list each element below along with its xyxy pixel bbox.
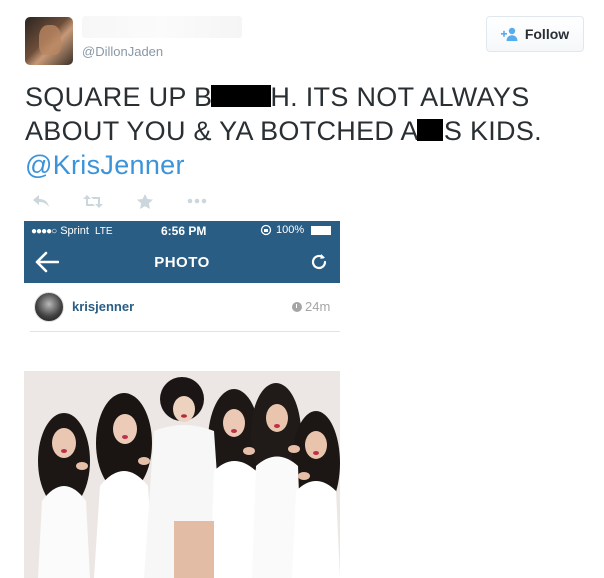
favorite-icon: [137, 193, 153, 209]
rotation-lock-icon: [260, 224, 272, 236]
post-header: krisjenner 24m: [24, 283, 340, 331]
status-time: 6:56 PM: [161, 224, 207, 238]
follow-button[interactable]: Follow: [486, 16, 584, 52]
battery-icon: [311, 226, 331, 235]
carrier-name: Sprint: [60, 225, 89, 237]
post-time-value: 24m: [305, 299, 331, 314]
nav-title: PHOTO: [154, 254, 210, 271]
tweet-text-line1-start: SQUARE UP B: [25, 82, 213, 112]
post-time: 24m: [292, 299, 330, 314]
tweet-text-line1-end: H. ITS NOT ALWAYS: [270, 82, 530, 112]
family-photo: [24, 371, 340, 578]
reply-button[interactable]: [28, 192, 54, 210]
mention-link[interactable]: @KrisJenner: [25, 148, 585, 182]
more-icon: [187, 198, 207, 204]
retweet-icon: [83, 194, 103, 208]
phone-status-bar: ●●●●○ Sprint LTE 6:56 PM 100%: [24, 221, 340, 241]
post-avatar: [34, 292, 64, 322]
signal-strength: ●●●●○: [31, 225, 57, 237]
tweet-text: SQUARE UP B H. ITS NOT ALWAYS ABOUT YOU &…: [25, 80, 585, 182]
tweet-text-line2-end: S KIDS.: [443, 116, 542, 146]
add-user-icon: [500, 27, 518, 41]
follow-label: Follow: [524, 26, 570, 42]
tweet-text-line2-start: ABOUT YOU & YA BOTCHED A: [25, 116, 419, 146]
censor-bar: [416, 119, 443, 141]
more-button[interactable]: [184, 192, 210, 210]
divider: [30, 331, 340, 332]
clock-icon: [292, 301, 302, 312]
author-handle[interactable]: @DillonJaden: [82, 44, 163, 59]
favorite-button[interactable]: [132, 192, 158, 210]
instagram-nav-bar: PHOTO: [24, 241, 340, 283]
family-photo-image: [24, 371, 340, 578]
tweet-actions: [28, 192, 236, 210]
retweet-button[interactable]: [80, 192, 106, 210]
reply-icon: [33, 195, 49, 207]
attached-photo[interactable]: ●●●●○ Sprint LTE 6:56 PM 100% PHOTO kris…: [24, 221, 340, 578]
censor-bar: [211, 85, 272, 107]
author-name-redacted: [82, 16, 242, 38]
author-avatar[interactable]: [25, 17, 73, 65]
post-username: krisjenner: [72, 299, 135, 314]
network-type: LTE: [94, 225, 113, 237]
battery-percent: 100%: [276, 224, 305, 236]
refresh-icon: [311, 254, 327, 270]
